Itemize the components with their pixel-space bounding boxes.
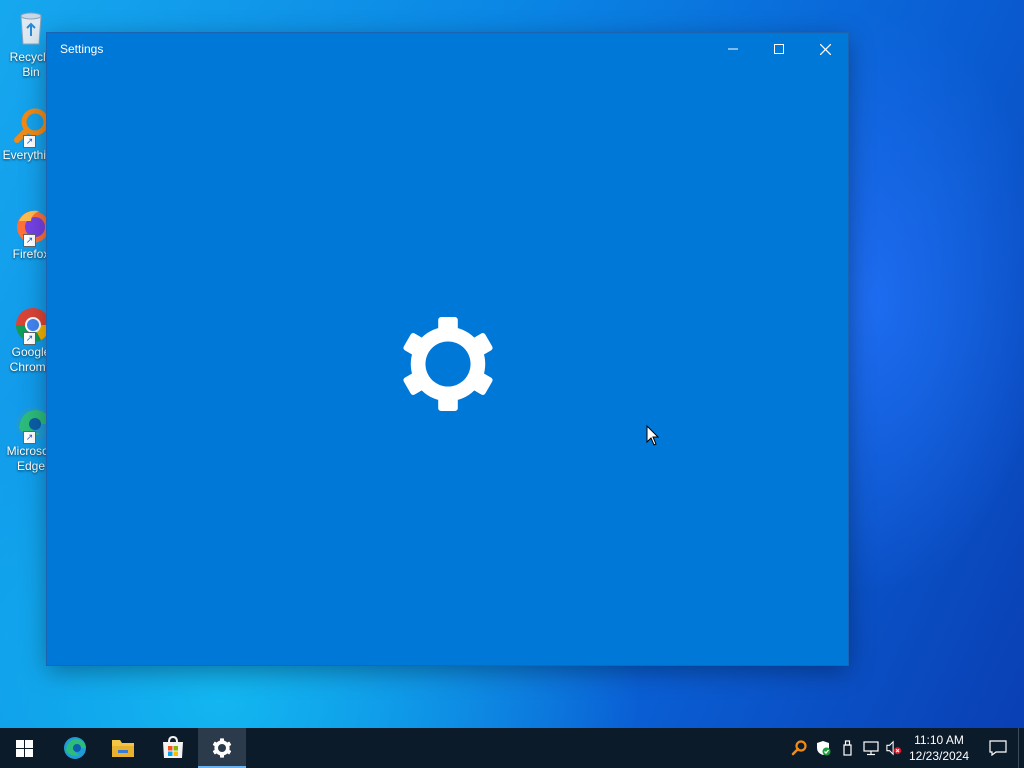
tray-everything-button[interactable] (791, 740, 807, 756)
tray-network-button[interactable] (863, 740, 879, 756)
firefox-icon: ↗ (11, 205, 51, 247)
title-bar[interactable]: Settings (47, 33, 848, 65)
close-icon (819, 43, 831, 55)
volume-muted-icon (886, 740, 902, 756)
clock-time: 11:10 AM (914, 733, 964, 747)
everything-search-icon (791, 740, 807, 756)
edge-icon (64, 737, 86, 759)
shortcut-arrow-icon: ↗ (23, 234, 36, 247)
maximize-icon (774, 44, 784, 54)
security-shield-icon (817, 741, 831, 756)
gear-icon (212, 738, 232, 758)
edge-icon: ↗ (11, 402, 51, 444)
shortcut-arrow-icon: ↗ (23, 135, 36, 148)
show-desktop-button[interactable] (1018, 728, 1024, 768)
shortcut-arrow-icon: ↗ (23, 431, 36, 444)
desktop: Recycle Bin ↗ Everything ↗ Firefox ↗ Goo… (0, 0, 1024, 728)
minimize-icon (728, 48, 738, 50)
settings-window[interactable]: Settings (47, 33, 848, 665)
taskbar-store-button[interactable] (149, 728, 197, 768)
window-title: Settings (60, 42, 104, 56)
minimize-button[interactable] (710, 33, 756, 65)
clock-date: 12/23/2024 (908, 749, 970, 763)
taskbar-edge-button[interactable] (51, 728, 99, 768)
taskbar-file-explorer-button[interactable] (99, 728, 147, 768)
network-icon (863, 741, 879, 756)
recycle-bin-icon (11, 8, 51, 48)
desktop-icon-label: Google Chrome (9, 345, 53, 374)
taskbar: 11:10 AM 12/23/2024 (0, 728, 1024, 768)
mouse-cursor-icon (646, 425, 660, 446)
desktop-icon-label: Firefox (12, 247, 50, 261)
start-button[interactable] (0, 728, 48, 768)
tray-usb-button[interactable] (839, 740, 855, 756)
notification-icon (989, 740, 1007, 756)
store-icon (163, 736, 183, 758)
gear-icon (403, 316, 493, 412)
tray-security-button[interactable] (815, 740, 831, 756)
close-button[interactable] (802, 33, 848, 65)
everything-search-icon: ↗ (11, 106, 51, 148)
chrome-icon: ↗ (11, 303, 51, 345)
desktop-icon-label: Recycle Bin (9, 50, 53, 79)
taskbar-settings-button[interactable] (198, 728, 246, 768)
usb-drive-icon (843, 740, 852, 756)
action-center-button[interactable] (978, 728, 1018, 768)
taskbar-clock[interactable]: 11:10 AM 12/23/2024 (904, 732, 974, 764)
tray-volume-button[interactable] (886, 740, 902, 756)
shortcut-arrow-icon: ↗ (23, 332, 36, 345)
windows-logo-icon (15, 739, 33, 757)
folder-icon (112, 740, 134, 757)
maximize-button[interactable] (756, 33, 802, 65)
